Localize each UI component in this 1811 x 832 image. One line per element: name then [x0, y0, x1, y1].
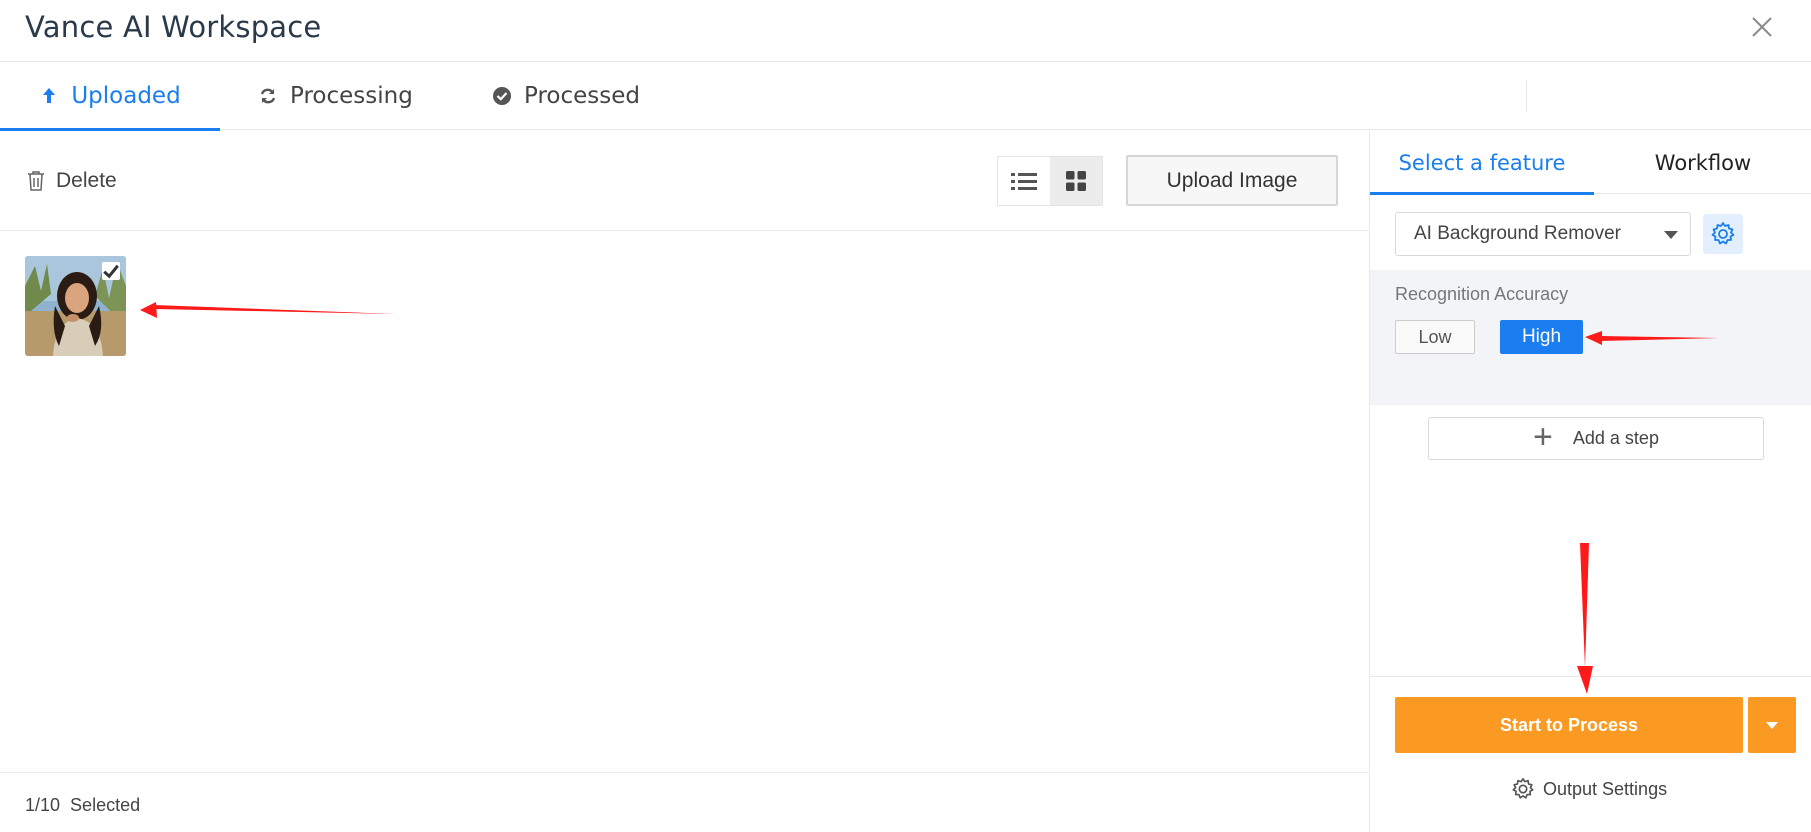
view-toggle	[997, 156, 1103, 206]
tab-uploaded[interactable]: Uploaded	[0, 62, 220, 131]
tab-workflow[interactable]: Workflow	[1594, 131, 1811, 194]
close-icon[interactable]	[1749, 14, 1775, 40]
selected-checkbox[interactable]	[102, 262, 120, 280]
list-icon	[1011, 173, 1037, 190]
process-options-dropdown[interactable]	[1748, 697, 1796, 753]
image-toolbar: Delete Upload Image	[0, 131, 1369, 231]
tab-processing-label: Processing	[290, 83, 413, 109]
tab-divider	[1526, 80, 1527, 112]
tab-processed-label: Processed	[524, 83, 640, 109]
delete-button[interactable]: Delete	[26, 169, 117, 193]
window-title: Vance AI Workspace	[25, 10, 322, 44]
status-tabs: Uploaded Processing Processed	[0, 62, 1811, 131]
tab-select-feature[interactable]: Select a feature	[1370, 131, 1594, 195]
output-settings-link[interactable]: Output Settings	[1511, 777, 1667, 801]
accuracy-label: Recognition Accuracy	[1395, 284, 1569, 304]
trash-icon	[28, 171, 44, 191]
gear-icon	[1512, 778, 1534, 799]
add-step-label: Add a step	[1572, 428, 1659, 448]
image-thumbnail[interactable]	[25, 256, 126, 356]
selection-count: 1/10 Selected	[25, 795, 150, 816]
feature-select-value: AI Background Remover	[1414, 223, 1621, 244]
check-circle-icon	[492, 86, 512, 106]
chevron-down-icon	[1664, 231, 1678, 239]
feature-tabs: Select a feature Workflow	[1370, 131, 1811, 195]
accuracy-section: Recognition Accuracy Low High	[1370, 270, 1811, 405]
selected-label: Selected	[70, 795, 141, 815]
image-list-panel: Delete Upload Image 1/10 Selected	[0, 131, 1369, 832]
upload-image-button[interactable]: Upload Image	[1126, 155, 1338, 206]
process-footer: Start to Process Output Settings	[1370, 676, 1811, 832]
gear-icon	[1711, 222, 1735, 245]
window-header: Vance AI Workspace	[0, 0, 1811, 62]
tab-processed[interactable]: Processed	[492, 62, 640, 130]
selected-count-value: 1/10	[25, 795, 61, 815]
upload-arrow-icon	[39, 86, 59, 106]
feature-settings-button[interactable]	[1703, 214, 1743, 254]
accuracy-low-button[interactable]: Low	[1395, 320, 1475, 354]
plus-icon: +	[1533, 417, 1553, 456]
output-settings-label: Output Settings	[1543, 778, 1668, 799]
selection-footer: 1/10 Selected	[0, 772, 1369, 832]
caret-down-icon	[1766, 721, 1778, 729]
start-process-button[interactable]: Start to Process	[1395, 697, 1743, 753]
grid-icon	[1066, 171, 1086, 191]
tab-uploaded-label: Uploaded	[71, 83, 181, 109]
refresh-icon	[258, 86, 278, 106]
feature-select[interactable]: AI Background Remover	[1395, 212, 1691, 256]
delete-label: Delete	[56, 169, 117, 192]
accuracy-high-button[interactable]: High	[1500, 320, 1583, 354]
checkmark-icon	[103, 264, 119, 279]
add-step-button[interactable]: + Add a step	[1428, 417, 1764, 460]
tab-processing[interactable]: Processing	[258, 62, 413, 130]
feature-panel: Select a feature Workflow AI Background …	[1369, 131, 1811, 832]
grid-view-button[interactable]	[1050, 157, 1102, 205]
list-view-button[interactable]	[998, 157, 1050, 205]
